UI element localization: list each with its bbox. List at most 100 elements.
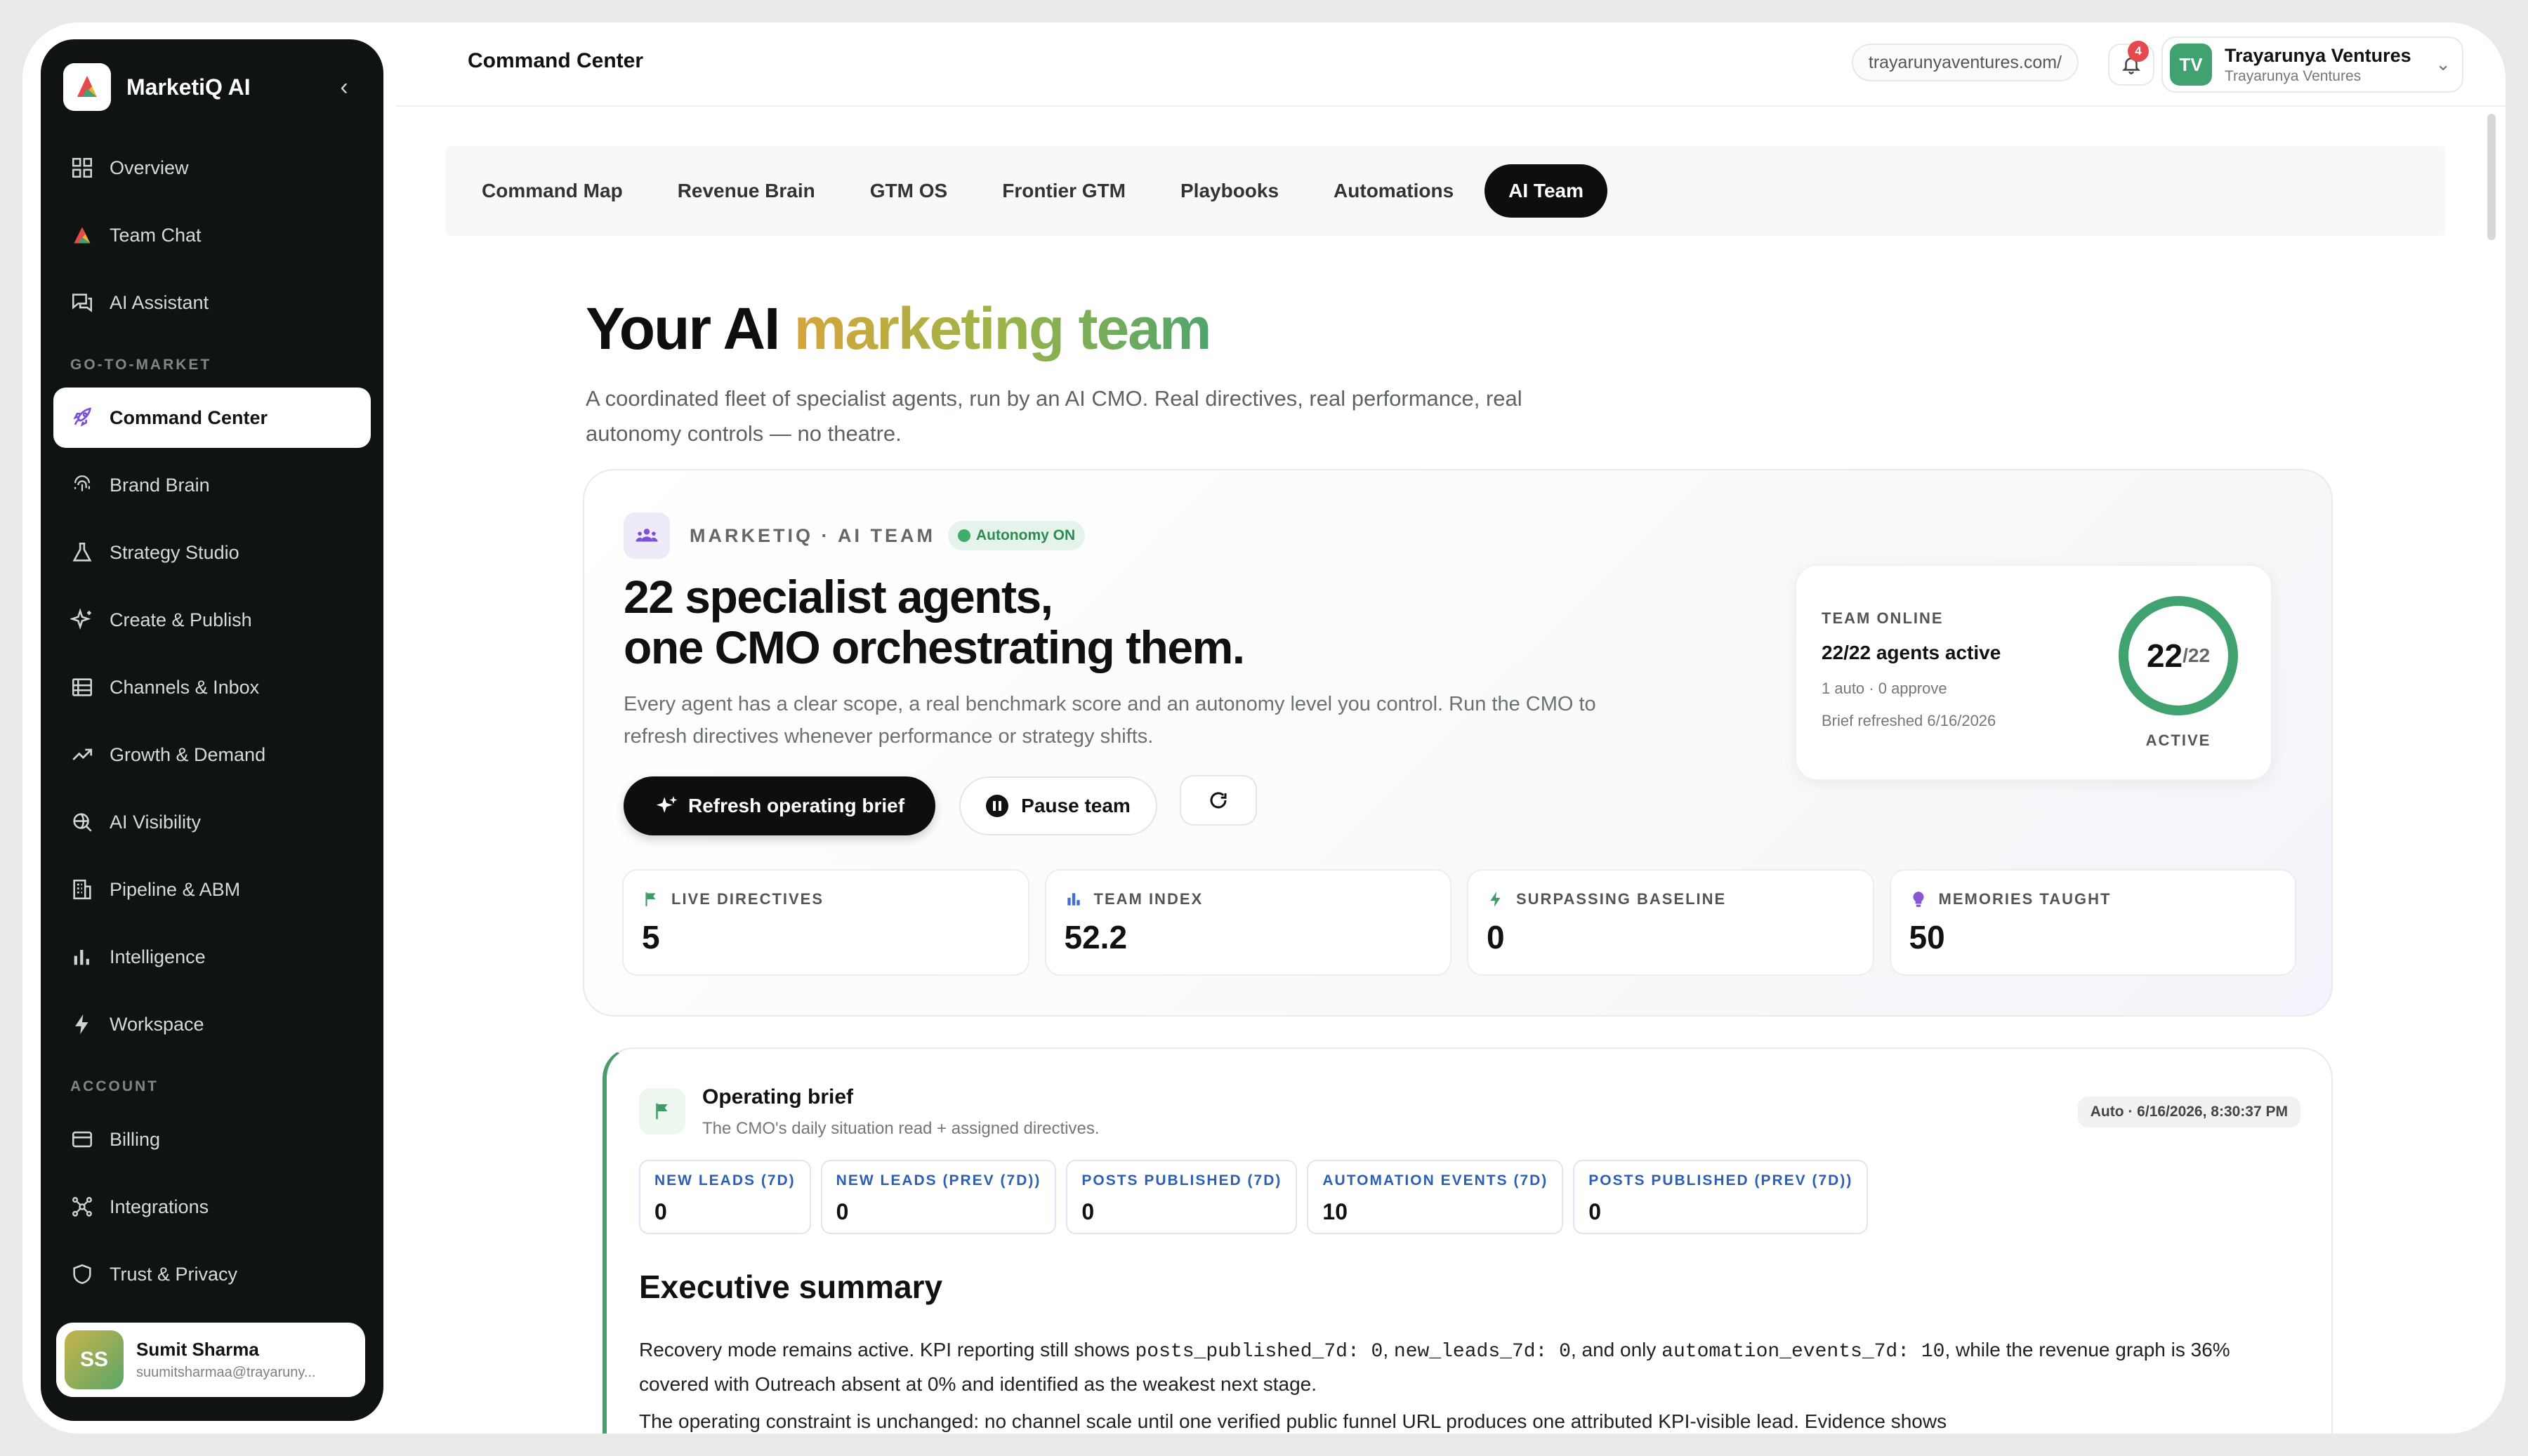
tab-ai-team[interactable]: AI Team [1484, 164, 1608, 218]
sidebar-item-label: Growth & Demand [110, 743, 266, 765]
tab-frontier-gtm[interactable]: Frontier GTM [978, 164, 1150, 218]
stat-memories-taught: MEMORIES TAUGHT 50 [1889, 869, 2296, 976]
sidebar-item-label: Workspace [110, 1013, 204, 1035]
sidebar-item-label: Create & Publish [110, 609, 252, 630]
page-title: Command Center [468, 49, 644, 72]
user-card[interactable]: SS Sumit Sharma suumitsharmaa@trayaruny.… [56, 1323, 365, 1397]
sidebar-item-billing[interactable]: Billing [53, 1109, 371, 1170]
sidebar-item-channels-inbox[interactable]: Channels & Inbox [53, 657, 371, 717]
bolt-icon [75, 1014, 88, 1035]
org-avatar: TV [2170, 44, 2212, 86]
sidebar-item-create-publish[interactable]: Create & Publish [53, 590, 371, 650]
sidebar-item-ai-visibility[interactable]: AI Visibility [53, 792, 371, 852]
sidebar-item-label: Strategy Studio [110, 541, 239, 563]
sidebar-item-workspace[interactable]: Workspace [53, 994, 371, 1054]
topbar: Command Center trayarunyaventures.com/ 4… [396, 22, 2506, 107]
sparkles-icon [70, 608, 91, 630]
tab-playbooks[interactable]: Playbooks [1157, 164, 1303, 218]
pause-team-button[interactable]: Pause team [959, 776, 1157, 835]
avatar: SS [65, 1330, 124, 1389]
tab-command-map[interactable]: Command Map [458, 164, 647, 218]
sidebar-item-growth-demand[interactable]: Growth & Demand [53, 724, 371, 785]
flask-icon [72, 542, 92, 562]
sidebar-item-label: Integrations [110, 1196, 209, 1217]
stat-surpassing-baseline: SURPASSING BASELINE 0 [1467, 869, 1874, 976]
summary-paragraph-2: The operating constraint is unchanged: n… [639, 1410, 1947, 1432]
user-email: suumitsharmaa@trayaruny... [136, 1365, 316, 1380]
active-caption: ACTIVE [2145, 732, 2211, 749]
tab-gtm-os[interactable]: GTM OS [846, 164, 971, 218]
hero: Your AI marketing team A coordinated fle… [586, 295, 1709, 451]
shield-icon [73, 1264, 91, 1285]
trending-up-icon [72, 748, 93, 761]
site-url-chip[interactable]: trayarunyaventures.com/ [1851, 44, 2079, 81]
search-globe-icon [73, 813, 92, 832]
grid-icon [72, 157, 93, 178]
team-users-icon [624, 512, 670, 559]
sub-tabs: Command Map Revenue Brain GTM OS Frontie… [445, 146, 2445, 236]
sidebar: MarketiQ AI ‹ Overview Team Chat AI Assi… [41, 39, 383, 1421]
fingerprint-icon [74, 475, 91, 491]
brief-title: Operating brief [702, 1085, 854, 1108]
stat-live-directives: LIVE DIRECTIVES 5 [622, 869, 1029, 976]
brand-name: MarketiQ AI [126, 74, 251, 100]
sidebar-item-label: AI Visibility [110, 811, 202, 833]
sidebar-item-intelligence[interactable]: Intelligence [53, 927, 371, 987]
inbox-icon [72, 678, 93, 696]
brand-logo-icon [63, 63, 111, 111]
sidebar-item-label: AI Assistant [110, 291, 209, 313]
building-icon [73, 879, 91, 900]
tab-revenue-brain[interactable]: Revenue Brain [654, 164, 839, 218]
team-stats: LIVE DIRECTIVES 5 TEAM INDEX 52.2 SURPAS… [622, 869, 2296, 976]
brand[interactable]: MarketiQ AI ‹ [63, 62, 358, 112]
sidebar-item-strategy-studio[interactable]: Strategy Studio [53, 522, 371, 583]
network-icon [72, 1197, 92, 1217]
page-scrollbar[interactable] [2487, 114, 2496, 240]
ai-team-card: MARKETIQ · AI TEAM Autonomy ON 22 specia… [583, 469, 2333, 1017]
sidebar-item-overview[interactable]: Overview [53, 138, 371, 198]
org-switcher[interactable]: TV Trayarunya Ventures Trayarunya Ventur… [2161, 37, 2463, 93]
kpi-automation-events: AUTOMATION EVENTS (7D) 10 [1307, 1160, 1564, 1234]
sidebar-item-brand-brain[interactable]: Brand Brain [53, 455, 371, 515]
sidebar-item-trust-privacy[interactable]: Trust & Privacy [53, 1244, 371, 1304]
hero-title-highlight: marketing team [794, 296, 1212, 362]
executive-summary-heading: Executive summary [639, 1269, 943, 1305]
sidebar-item-integrations[interactable]: Integrations [53, 1177, 371, 1237]
tab-automations[interactable]: Automations [1310, 164, 1477, 218]
reload-button[interactable] [1180, 775, 1257, 826]
sidebar-item-label: Pipeline & ABM [110, 878, 241, 900]
sidebar-item-ai-assistant[interactable]: AI Assistant [53, 272, 371, 333]
operating-brief: Operating brief The CMO's daily situatio… [603, 1047, 2333, 1434]
sparkles-icon [656, 795, 678, 813]
kpi-strip: NEW LEADS (7D) 0 NEW LEADS (PREV (7D)) 0 P… [639, 1160, 1869, 1234]
pause-icon [986, 795, 1009, 817]
nav-section-account: ACCOUNT [70, 1078, 159, 1094]
sidebar-item-team-chat[interactable]: Team Chat [53, 205, 371, 265]
nav-section-gtm: GO-TO-MARKET [70, 357, 212, 373]
agents-active-text: 22/22 agents active [1822, 642, 2001, 663]
sidebar-item-label: Intelligence [110, 946, 206, 967]
collapse-sidebar-icon[interactable]: ‹ [330, 73, 358, 101]
brief-subtitle: The CMO's daily situation read + assigne… [702, 1119, 1100, 1138]
notifications-button[interactable]: 4 [2108, 41, 2154, 86]
sidebar-item-pipeline-abm[interactable]: Pipeline & ABM [53, 859, 371, 920]
active-count: 22/22 [2146, 637, 2211, 674]
bar-chart-icon [1067, 893, 1080, 906]
team-card-label: MARKETIQ · AI TEAM [690, 524, 935, 546]
team-online-label: TEAM ONLINE [1822, 609, 1944, 627]
brief-refreshed-date: Brief refreshed 6/16/2026 [1822, 712, 1996, 729]
sidebar-item-label: Command Center [110, 406, 268, 428]
refresh-brief-button[interactable]: Refresh operating brief [624, 776, 935, 835]
hero-subtitle: A coordinated fleet of specialist agents… [586, 386, 1522, 446]
chat-bubbles-icon [72, 293, 93, 312]
sidebar-item-command-center[interactable]: Command Center [53, 388, 371, 448]
team-chat-logo-icon [74, 227, 91, 244]
bolt-icon [1490, 892, 1501, 907]
kpi-posts-published-prev: POSTS PUBLISHED (PREV (7D)) 0 [1573, 1160, 1869, 1234]
team-online-panel: TEAM ONLINE 22/22 agents active 1 auto ·… [1795, 564, 2272, 781]
autonomy-breakdown: 1 auto · 0 approve [1822, 680, 1947, 697]
flag-icon [639, 1088, 685, 1134]
summary-paragraph-1: Recovery mode remains active. KPI report… [639, 1339, 2230, 1395]
team-card-title: 22 specialist agents, one CMO orchestrat… [624, 571, 1245, 673]
user-name: Sumit Sharma [136, 1339, 259, 1360]
